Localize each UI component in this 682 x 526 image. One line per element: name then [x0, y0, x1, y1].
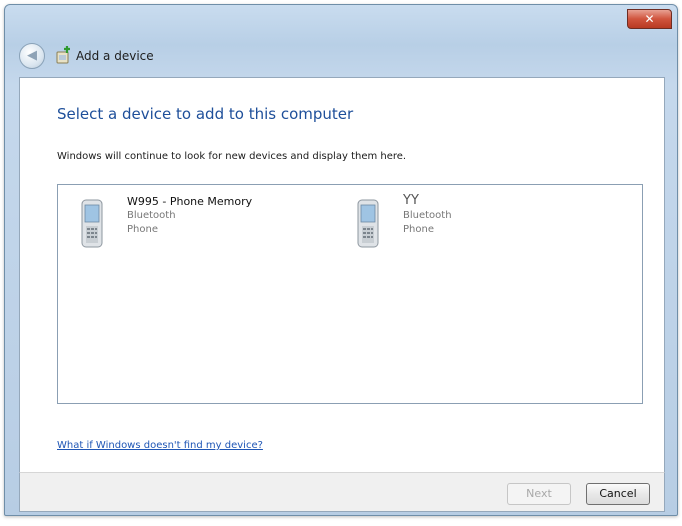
help-link[interactable]: What if Windows doesn't find my device?	[57, 440, 263, 451]
button-bar: Next Cancel	[19, 472, 665, 512]
device-item[interactable]: W995 - Phone Memory Bluetooth Phone	[80, 195, 310, 255]
device-connection: Bluetooth	[127, 210, 176, 221]
back-arrow-icon: ◀	[27, 48, 37, 63]
instruction-text: Windows will continue to look for new de…	[57, 151, 407, 162]
device-type: Phone	[403, 224, 434, 235]
back-button[interactable]: ◀	[19, 43, 45, 69]
device-list: W995 - Phone Memory Bluetooth Phone YY B…	[57, 184, 643, 404]
add-device-icon	[56, 46, 70, 64]
device-connection: Bluetooth	[403, 210, 452, 221]
device-name: W995 - Phone Memory	[127, 195, 253, 208]
window-title: Add a device	[76, 49, 154, 63]
page-title: Select a device to add to this computer	[57, 105, 354, 123]
device-item[interactable]: YY Bluetooth Phone	[356, 193, 586, 255]
content-panel: Select a device to add to this computer …	[19, 77, 665, 474]
cancel-button[interactable]: Cancel	[586, 483, 650, 505]
close-icon: ✕	[644, 12, 655, 26]
phone-icon	[357, 199, 379, 248]
close-button[interactable]: ✕	[627, 9, 672, 29]
device-type: Phone	[127, 224, 158, 235]
next-button[interactable]: Next	[507, 483, 571, 505]
device-name: YY	[403, 193, 419, 208]
phone-icon	[81, 199, 103, 248]
add-device-window: ✕ ◀ Add a device Select a device to add …	[4, 4, 678, 516]
